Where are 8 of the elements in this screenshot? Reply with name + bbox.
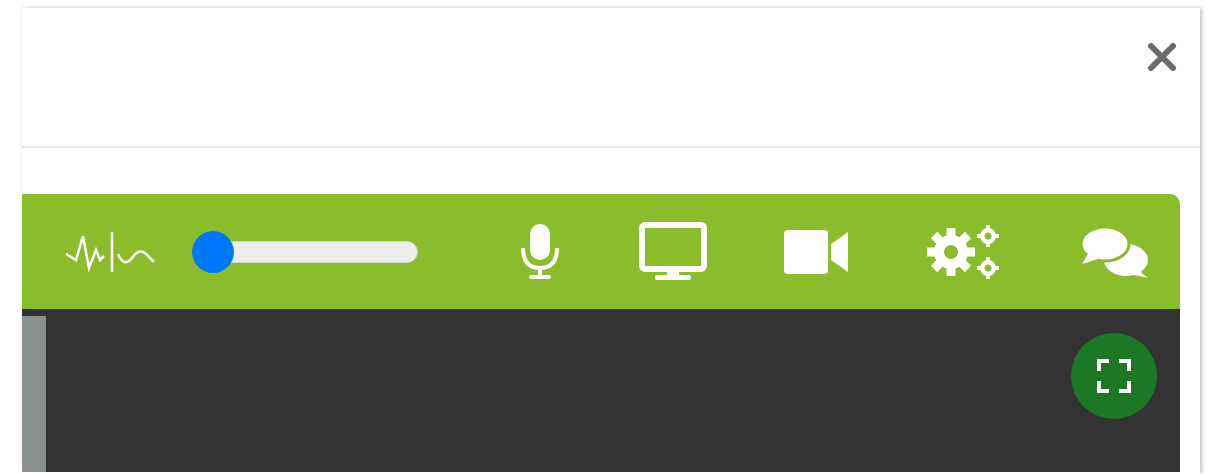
close-icon [1147,42,1177,72]
monitor-icon [639,221,707,282]
volume-slider[interactable] [192,230,418,273]
video-camera-icon [784,229,850,274]
slider-thumb[interactable] [192,230,234,273]
scrollbar[interactable] [22,316,46,472]
microphone-icon [518,221,562,282]
fullscreen-icon [1097,359,1131,393]
